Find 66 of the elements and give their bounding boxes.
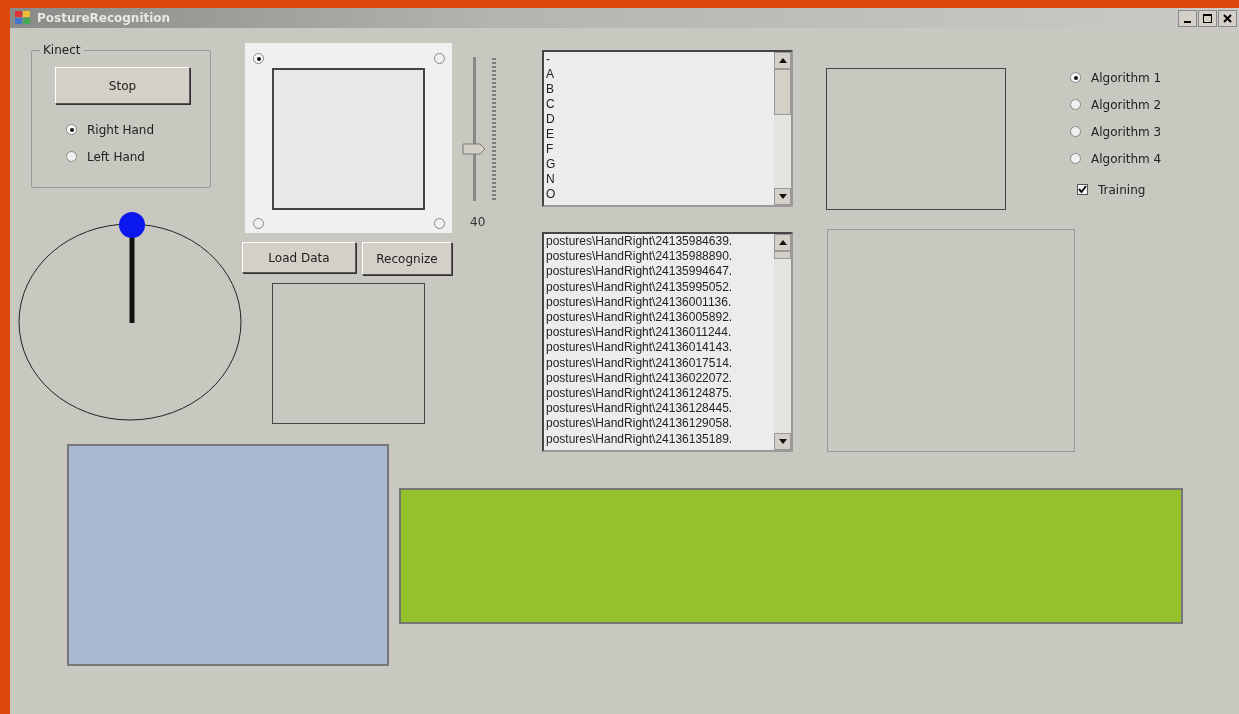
slider-thumb[interactable] xyxy=(462,142,486,155)
close-button[interactable] xyxy=(1218,10,1237,27)
list-item[interactable]: postures\HandRight\24136135189. xyxy=(546,431,774,447)
radio-button[interactable] xyxy=(1070,126,1081,137)
option-label: Algorithm 1 xyxy=(1091,70,1162,85)
load-data-button[interactable]: Load Data xyxy=(242,242,356,273)
radio-button[interactable] xyxy=(434,218,445,229)
list-item[interactable]: postures\HandRight\24136014143. xyxy=(546,340,774,356)
close-icon xyxy=(1223,14,1232,23)
list-item[interactable]: F xyxy=(546,142,774,157)
radio-button[interactable] xyxy=(1070,153,1081,164)
option-label: Algorithm 4 xyxy=(1091,151,1162,166)
minimize-button[interactable] xyxy=(1178,10,1197,27)
list-item[interactable]: postures\HandRight\24135995052. xyxy=(546,279,774,295)
recognize-button[interactable]: Recognize xyxy=(362,242,452,275)
list-item[interactable]: postures\HandRight\24136011244. xyxy=(546,325,774,341)
radio-button[interactable] xyxy=(1070,99,1081,110)
list-item[interactable]: C xyxy=(546,97,774,112)
maximize-icon xyxy=(1203,14,1212,23)
list-item[interactable]: - xyxy=(546,52,774,67)
list-item[interactable]: O xyxy=(546,187,774,202)
slider-value: 40 xyxy=(470,215,486,229)
radio-button[interactable] xyxy=(253,53,264,64)
radio-button[interactable] xyxy=(66,124,77,135)
checkbox-label: Training xyxy=(1098,182,1146,197)
maximize-button[interactable] xyxy=(1198,10,1217,27)
list-item[interactable]: postures\HandRight\24136124875. xyxy=(546,386,774,402)
option-label: Algorithm 2 xyxy=(1091,97,1162,112)
minimize-icon xyxy=(1184,20,1191,23)
scroll-thumb[interactable] xyxy=(774,251,791,259)
up-arrow-icon xyxy=(778,58,787,63)
list-item[interactable]: A xyxy=(546,67,774,82)
option-label: Algorithm 3 xyxy=(1091,124,1162,139)
list-item[interactable]: postures\HandRight\24136022072. xyxy=(546,370,774,387)
list-item[interactable]: D xyxy=(546,112,774,127)
radio-button[interactable] xyxy=(66,151,77,162)
letter-list[interactable]: - A B C D E F G N O xyxy=(542,50,793,207)
list-item[interactable]: N xyxy=(546,172,774,187)
list-item[interactable]: postures\HandRight\24136129058. xyxy=(546,416,774,432)
list-item[interactable]: postures\HandRight\24136001136. xyxy=(546,294,774,310)
option-label: Right Hand xyxy=(87,122,154,137)
group-title: Kinect xyxy=(40,43,84,57)
radio-button[interactable] xyxy=(434,53,445,64)
scrollbar[interactable] xyxy=(774,234,791,450)
list-item[interactable]: E xyxy=(546,127,774,142)
list-item[interactable]: postures\HandRight\24136005892. xyxy=(546,310,774,326)
list-item[interactable]: postures\HandRight\24136128445. xyxy=(546,401,774,417)
radio-button[interactable] xyxy=(1070,72,1081,83)
option-label: Left Hand xyxy=(87,149,145,164)
list-item[interactable]: B xyxy=(546,82,774,97)
scroll-thumb[interactable] xyxy=(774,69,791,115)
up-arrow-icon xyxy=(778,240,787,245)
list-item[interactable]: G xyxy=(546,157,774,172)
file-list[interactable] xyxy=(542,232,793,452)
stop-button[interactable]: Stop xyxy=(55,67,190,104)
window-title: PostureRecognition xyxy=(37,11,171,25)
list-item[interactable]: postures\HandRight\24135988890. xyxy=(546,249,774,265)
down-arrow-icon xyxy=(778,194,787,199)
list-item[interactable]: postures\HandRight\24136017514. xyxy=(546,355,774,371)
checkbox[interactable] xyxy=(1077,184,1088,195)
list-item[interactable]: postures\HandRight\24135984639. xyxy=(546,234,774,250)
radio-button[interactable] xyxy=(253,218,264,229)
list-item[interactable]: postures\HandRight\24135994647. xyxy=(546,264,774,280)
scrollbar[interactable] xyxy=(774,52,791,205)
down-arrow-icon xyxy=(778,439,787,444)
app-icon xyxy=(15,11,31,25)
